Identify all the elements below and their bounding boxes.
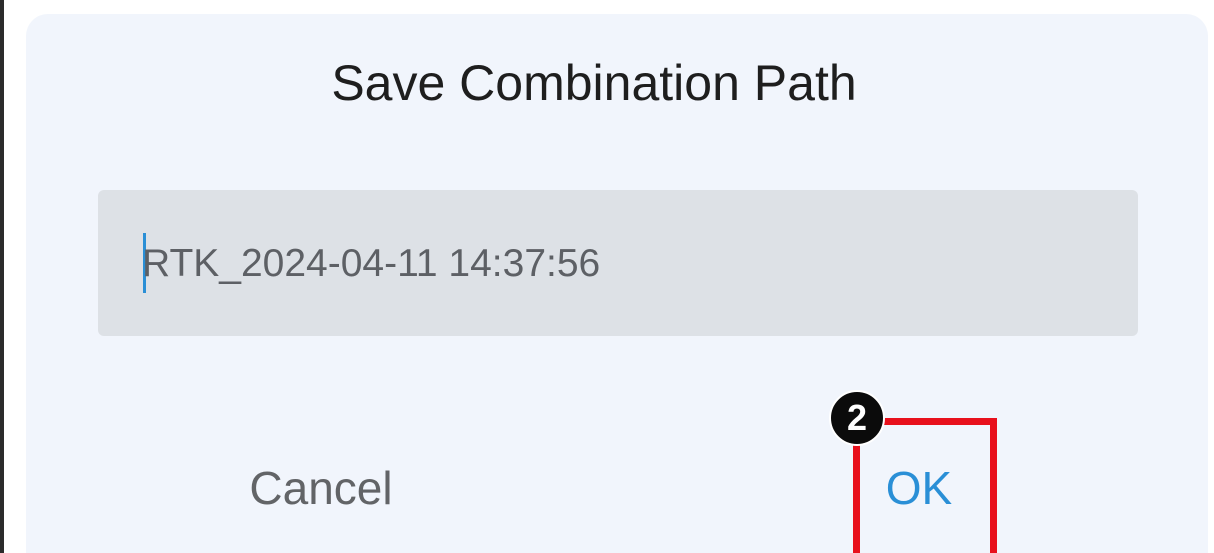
screen: Save Combination Path RTK_2024-04-11 14:…: [0, 0, 1214, 553]
dialog-title: Save Combination Path: [331, 55, 857, 111]
step-number-badge: 2: [829, 390, 885, 446]
path-name-value[interactable]: RTK_2024-04-11 14:37:56: [142, 242, 600, 286]
cancel-button[interactable]: Cancel: [226, 450, 416, 526]
ok-button[interactable]: OK: [860, 450, 978, 526]
